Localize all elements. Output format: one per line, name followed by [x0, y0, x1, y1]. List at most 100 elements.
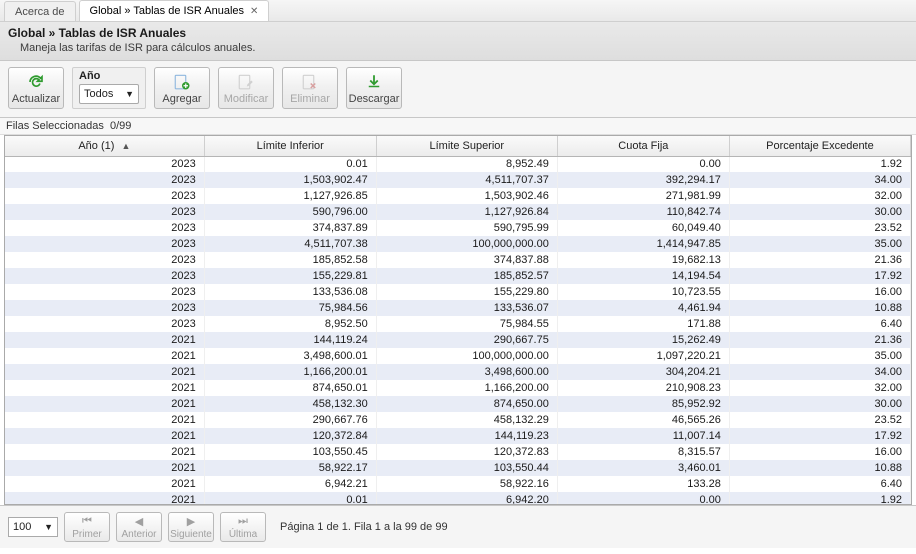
last-page-button[interactable]: ⏭ Última: [220, 512, 266, 542]
table-row[interactable]: 20231,127,926.851,503,902.46271,981.9932…: [5, 188, 911, 204]
page-size-value: 100: [13, 521, 31, 533]
table-row[interactable]: 2021144,119.24290,667.7515,262.4921.36: [5, 332, 911, 348]
table-row[interactable]: 20231,503,902.474,511,707.37392,294.1734…: [5, 172, 911, 188]
refresh-button[interactable]: Actualizar: [8, 67, 64, 109]
table-row[interactable]: 20216,942.2158,922.16133.286.40: [5, 476, 911, 492]
col-header-quota[interactable]: Cuota Fija: [557, 136, 729, 156]
cell-quota: 4,461.94: [557, 300, 729, 316]
header-label: Cuota Fija: [618, 140, 668, 152]
table-row[interactable]: 2021458,132.30874,650.0085,952.9230.00: [5, 396, 911, 412]
table-row[interactable]: 20213,498,600.01100,000,000.001,097,220.…: [5, 348, 911, 364]
prev-page-button[interactable]: ◀ Anterior: [116, 512, 162, 542]
cell-percent: 6.40: [729, 316, 910, 332]
cell-lower: 3,498,600.01: [204, 348, 376, 364]
cell-upper: 155,229.80: [376, 284, 557, 300]
delete-icon: [301, 73, 319, 91]
add-button[interactable]: Agregar: [154, 67, 210, 109]
table-row[interactable]: 202375,984.56133,536.074,461.9410.88: [5, 300, 911, 316]
col-header-percent[interactable]: Porcentaje Excedente: [729, 136, 910, 156]
cell-lower: 290,667.76: [204, 412, 376, 428]
cell-upper: 458,132.29: [376, 412, 557, 428]
selection-summary: Filas Seleccionadas 0/99: [0, 118, 916, 135]
selection-count: 0/99: [110, 120, 131, 132]
add-icon: [173, 73, 191, 91]
cell-upper: 75,984.55: [376, 316, 557, 332]
table-row[interactable]: 2023185,852.58374,837.8819,682.1321.36: [5, 252, 911, 268]
table-row[interactable]: 20211,166,200.013,498,600.00304,204.2134…: [5, 364, 911, 380]
download-icon: [365, 73, 383, 91]
cell-percent: 35.00: [729, 236, 910, 252]
cell-upper: 103,550.44: [376, 460, 557, 476]
table-row[interactable]: 2021290,667.76458,132.2946,565.2623.52: [5, 412, 911, 428]
tab-isr-tables[interactable]: Global » Tablas de ISR Anuales ✕: [79, 0, 270, 21]
cell-year: 2021: [5, 396, 204, 412]
cell-percent: 34.00: [729, 172, 910, 188]
cell-upper: 185,852.57: [376, 268, 557, 284]
tab-bar: Acerca de Global » Tablas de ISR Anuales…: [0, 0, 916, 22]
next-page-button[interactable]: ▶ Siguiente: [168, 512, 214, 542]
cell-year: 2023: [5, 268, 204, 284]
year-select[interactable]: Todos ▼: [79, 84, 139, 104]
cell-percent: 30.00: [729, 396, 910, 412]
table-row[interactable]: 20210.016,942.200.001.92: [5, 492, 911, 504]
cell-percent: 1.92: [729, 492, 910, 504]
table-row[interactable]: 2021103,550.45120,372.838,315.5716.00: [5, 444, 911, 460]
cell-lower: 58,922.17: [204, 460, 376, 476]
table-row[interactable]: 20238,952.5075,984.55171.886.40: [5, 316, 911, 332]
cell-year: 2021: [5, 348, 204, 364]
refresh-icon: [27, 73, 45, 91]
table-row[interactable]: 20230.018,952.490.001.92: [5, 156, 911, 172]
cell-year: 2021: [5, 476, 204, 492]
table-row[interactable]: 2021874,650.011,166,200.00210,908.2332.0…: [5, 380, 911, 396]
cell-year: 2023: [5, 220, 204, 236]
header-label: Porcentaje Excedente: [766, 140, 874, 152]
close-icon[interactable]: ✕: [250, 6, 258, 17]
modify-button[interactable]: Modificar: [218, 67, 274, 109]
cell-quota: 8,315.57: [557, 444, 729, 460]
data-grid-scroll[interactable]: Año (1) ▲ Límite Inferior Límite Superio…: [5, 136, 911, 504]
table-row[interactable]: 20234,511,707.38100,000,000.001,414,947.…: [5, 236, 911, 252]
table-row[interactable]: 2023374,837.89590,795.9960,049.4023.52: [5, 220, 911, 236]
prev-icon: ◀: [135, 515, 143, 528]
cell-lower: 458,132.30: [204, 396, 376, 412]
chevron-down-icon: ▼: [125, 89, 134, 99]
button-label: Siguiente: [170, 529, 212, 540]
first-page-button[interactable]: ⏮ Primer: [64, 512, 110, 542]
cell-year: 2021: [5, 412, 204, 428]
cell-year: 2023: [5, 284, 204, 300]
first-icon: ⏮: [82, 515, 92, 528]
tab-about[interactable]: Acerca de: [4, 1, 76, 21]
cell-year: 2021: [5, 428, 204, 444]
table-row[interactable]: 2023155,229.81185,852.5714,194.5417.92: [5, 268, 911, 284]
cell-year: 2023: [5, 236, 204, 252]
cell-year: 2023: [5, 300, 204, 316]
cell-quota: 171.88: [557, 316, 729, 332]
cell-percent: 10.88: [729, 460, 910, 476]
cell-upper: 374,837.88: [376, 252, 557, 268]
cell-quota: 304,204.21: [557, 364, 729, 380]
table-row[interactable]: 2021120,372.84144,119.2311,007.1417.92: [5, 428, 911, 444]
table-row[interactable]: 2023133,536.08155,229.8010,723.5516.00: [5, 284, 911, 300]
table-row[interactable]: 202158,922.17103,550.443,460.0110.88: [5, 460, 911, 476]
cell-quota: 392,294.17: [557, 172, 729, 188]
cell-percent: 16.00: [729, 444, 910, 460]
data-grid: Año (1) ▲ Límite Inferior Límite Superio…: [4, 135, 912, 505]
col-header-lower[interactable]: Límite Inferior: [204, 136, 376, 156]
cell-lower: 374,837.89: [204, 220, 376, 236]
page-size-select[interactable]: 100 ▼: [8, 517, 58, 537]
cell-lower: 185,852.58: [204, 252, 376, 268]
cell-quota: 133.28: [557, 476, 729, 492]
cell-upper: 100,000,000.00: [376, 348, 557, 364]
col-header-year[interactable]: Año (1) ▲: [5, 136, 204, 156]
header-label: Límite Superior: [429, 140, 504, 152]
download-button[interactable]: Descargar: [346, 67, 402, 109]
delete-button[interactable]: Eliminar: [282, 67, 338, 109]
table-row[interactable]: 2023590,796.001,127,926.84110,842.7430.0…: [5, 204, 911, 220]
cell-quota: 14,194.54: [557, 268, 729, 284]
cell-upper: 874,650.00: [376, 396, 557, 412]
tab-label: Acerca de: [15, 6, 65, 18]
cell-upper: 1,503,902.46: [376, 188, 557, 204]
page-header: Global » Tablas de ISR Anuales Maneja la…: [0, 22, 916, 61]
cell-quota: 210,908.23: [557, 380, 729, 396]
col-header-upper[interactable]: Límite Superior: [376, 136, 557, 156]
